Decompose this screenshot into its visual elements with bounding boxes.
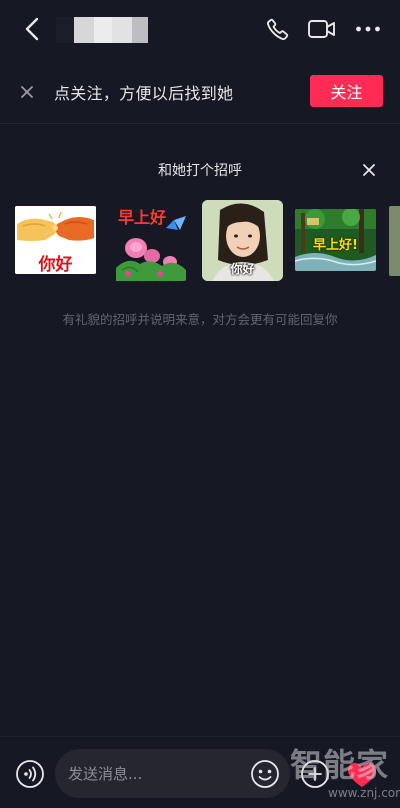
- sticker-caption: 你好: [38, 255, 73, 274]
- like-button[interactable]: [346, 761, 378, 789]
- emoji-icon: [251, 760, 279, 788]
- roses-butterfly-sticker[interactable]: 早上好: [108, 200, 189, 281]
- greeting-sticker-list: 你好 早上好 你好 早上好!: [0, 200, 400, 282]
- heart-icon: [348, 763, 376, 787]
- video-call-button[interactable]: [307, 14, 337, 44]
- message-input-bar: [0, 736, 400, 808]
- girl-portrait-sticker[interactable]: 你好: [202, 200, 283, 281]
- forest-stream-sticker[interactable]: 早上好!: [295, 209, 376, 271]
- follow-button[interactable]: 关注: [310, 75, 383, 107]
- top-nav-bar: [0, 0, 400, 58]
- voice-input-button[interactable]: [15, 759, 45, 789]
- more-actions-button[interactable]: [300, 759, 330, 789]
- sticker-caption: 早上好: [118, 208, 167, 227]
- emoji-button[interactable]: [250, 759, 280, 789]
- partial-sticker[interactable]: [389, 206, 400, 276]
- plus-icon: [301, 760, 329, 788]
- greeting-hint: 有礼貌的招呼并说明来意，对方会更有可能回复你: [62, 312, 338, 327]
- follow-prompt-bar: 点关注，方便以后找到她 关注: [0, 58, 400, 124]
- follow-prompt-text: 点关注，方便以后找到她: [54, 84, 234, 103]
- video-camera-icon: [308, 20, 335, 38]
- close-icon: [363, 164, 375, 176]
- dismiss-follow-button[interactable]: [14, 79, 40, 105]
- chevron-left-icon: [25, 17, 39, 41]
- more-dots-icon: [356, 26, 380, 32]
- sticker-caption: 你好: [230, 262, 255, 276]
- greeting-title: 和她打个招呼: [158, 163, 242, 179]
- sticker-caption: 早上好!: [313, 238, 358, 253]
- back-button[interactable]: [18, 14, 46, 44]
- voice-icon: [16, 760, 44, 788]
- voice-call-button[interactable]: [263, 14, 293, 44]
- fist-bump-sticker[interactable]: 你好: [15, 206, 96, 274]
- contact-name-obscured: [56, 17, 148, 43]
- more-button[interactable]: [353, 14, 383, 44]
- close-icon: [21, 86, 33, 98]
- phone-icon: [266, 18, 289, 41]
- close-greeting-button[interactable]: [356, 157, 382, 183]
